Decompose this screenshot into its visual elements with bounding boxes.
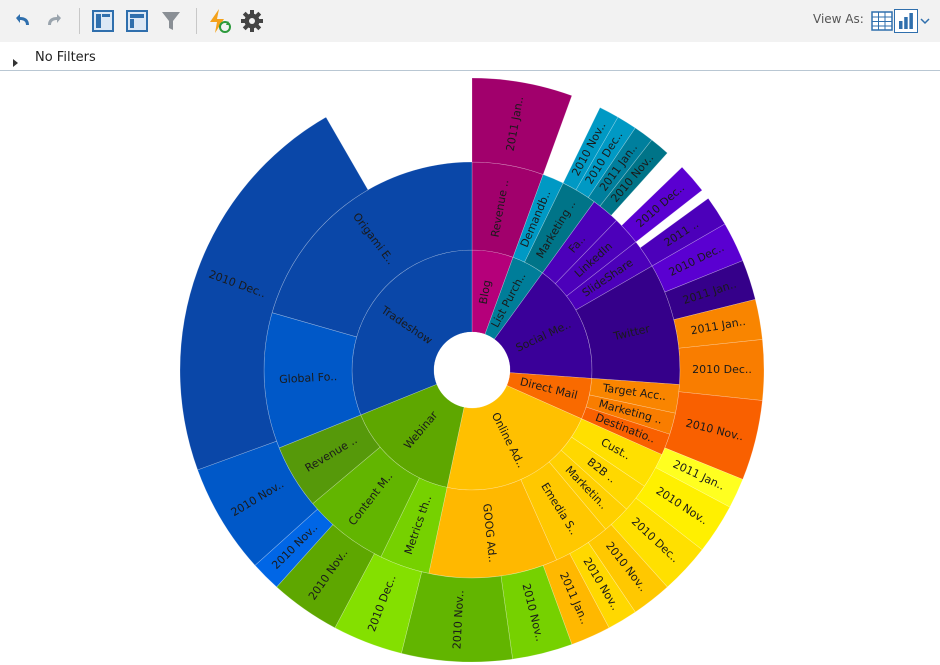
sunburst-chart: BlogList Purch..Social Me..Direct MailOn…: [179, 77, 765, 663]
segment-label: 2010 Dec..: [692, 363, 752, 376]
sunburst-center: [434, 332, 510, 408]
sunburst-segment[interactable]: [471, 77, 573, 175]
